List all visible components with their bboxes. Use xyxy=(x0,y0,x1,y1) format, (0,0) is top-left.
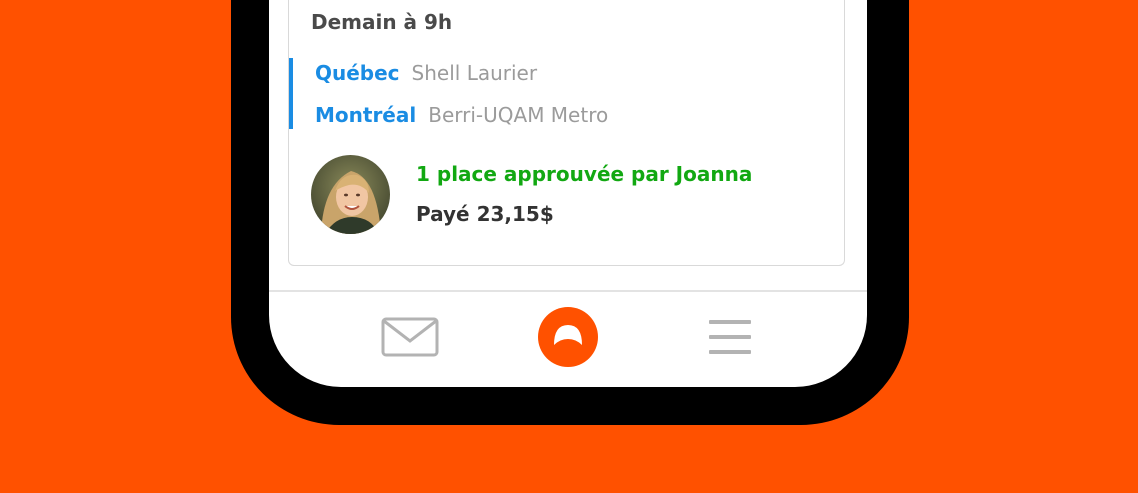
stop-city: Montréal xyxy=(315,103,417,127)
menu-icon xyxy=(709,319,751,359)
stop-place: Berri-UQAM Metro xyxy=(428,103,609,127)
stop-city: Québec xyxy=(315,61,400,85)
home-logo-icon xyxy=(538,307,598,371)
stop-place: Shell Laurier xyxy=(411,61,538,85)
mail-icon xyxy=(381,317,439,361)
approval-status: 1 place approuvée par Joanna xyxy=(416,162,753,186)
trip-route: Québec Shell Laurier Montréal Berri-UQAM M… xyxy=(289,58,608,129)
route-stop-destination: Montréal Berri-UQAM Metro xyxy=(315,100,608,142)
route-stop-origin: Québec Shell Laurier xyxy=(315,58,608,100)
nav-divider xyxy=(269,290,867,292)
tab-messages[interactable] xyxy=(379,308,441,370)
tab-home[interactable] xyxy=(537,307,599,371)
driver-avatar[interactable] xyxy=(311,155,390,234)
trip-card[interactable]: Demain à 9h Québec Shell Laurier Montréal… xyxy=(288,0,845,266)
phone-screen: Demain à 9h Québec Shell Laurier Montréal… xyxy=(269,0,867,387)
payment-amount: Payé 23,15$ xyxy=(416,202,554,226)
trip-departure-time: Demain à 9h xyxy=(311,10,453,34)
tab-menu[interactable] xyxy=(699,308,761,370)
